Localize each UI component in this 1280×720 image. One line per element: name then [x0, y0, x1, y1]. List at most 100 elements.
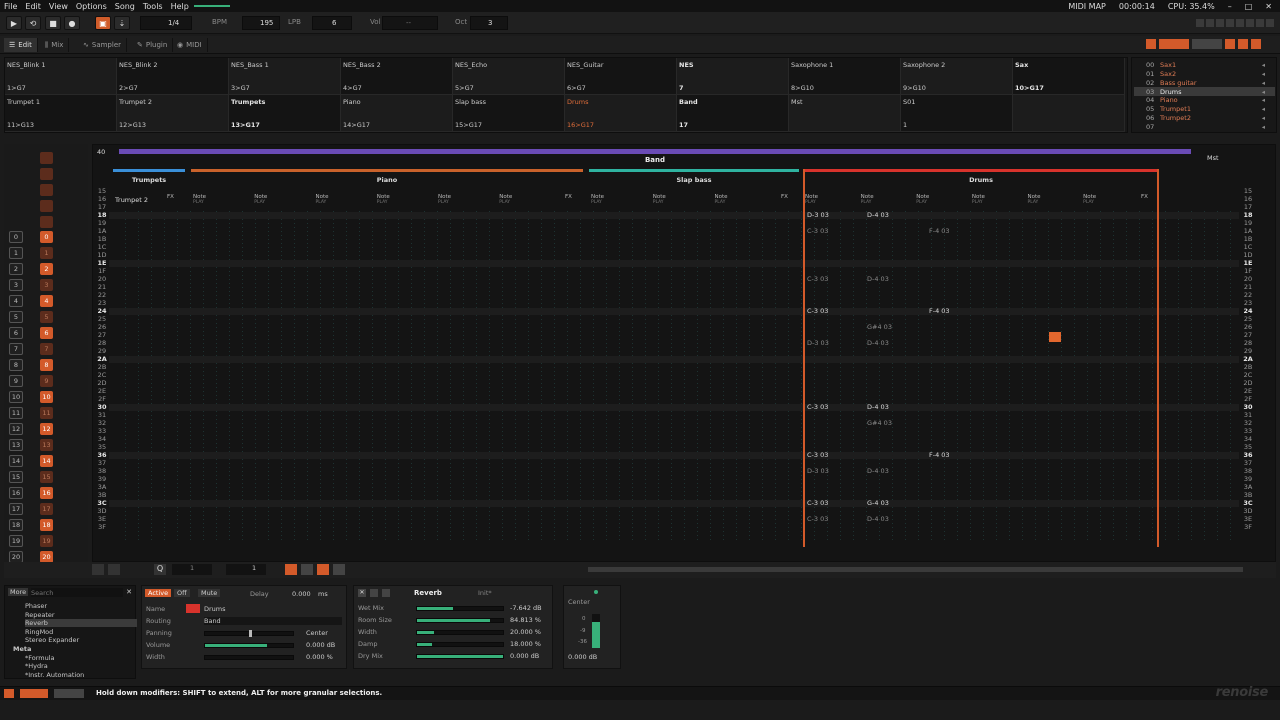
fx-column-header[interactable]: FX [1141, 194, 1148, 200]
note-column-header[interactable]: Note PLAY [254, 194, 267, 205]
stop-button[interactable]: ■ [45, 16, 61, 30]
menu-tools[interactable]: Tools [139, 2, 167, 11]
reverb-param-value[interactable]: -7.642 dB [510, 604, 542, 612]
minimize-icon[interactable]: – [1224, 2, 1236, 11]
reverb-param-value[interactable]: 20.000 % [510, 628, 541, 636]
frame-icon[interactable] [1238, 39, 1248, 49]
sequence-pattern-button[interactable]: 5 [40, 311, 53, 323]
sequence-pattern-button[interactable]: 11 [40, 407, 53, 419]
sequence-number[interactable]: 17 [9, 503, 23, 515]
note-column-header[interactable]: Note PLAY [1083, 194, 1096, 205]
sequence-slot[interactable]: NES_Guitar 6>G7 [565, 58, 677, 95]
tab-midi[interactable]: ◉ MIDI [172, 38, 208, 52]
sequence-slot[interactable]: NES_Bass 2 4>G7 [341, 58, 453, 95]
sequence-slot[interactable] [1013, 95, 1125, 132]
note-column-header[interactable]: Note PLAY [377, 194, 390, 205]
note-cell[interactable]: D-4 03 [867, 339, 889, 347]
sequence-slot[interactable]: NES 7 [677, 58, 789, 95]
instrument-item[interactable]: 04 Piano ◂ [1134, 96, 1275, 105]
tab-mix[interactable]: ⫼ Mix [40, 38, 70, 52]
note-column-header[interactable]: Note PLAY [653, 194, 666, 205]
minimize-icon[interactable] [370, 589, 378, 597]
note-cell[interactable]: G#4 03 [867, 323, 892, 331]
note-cell[interactable]: G#4 03 [867, 419, 892, 427]
layout-icon[interactable] [1246, 19, 1254, 27]
browser-item[interactable]: Stereo Expander [25, 636, 79, 644]
sequence-slot[interactable]: NES_Blink 1 1>G7 [5, 58, 117, 95]
group-name[interactable]: Band [119, 156, 1191, 164]
sequence-number[interactable]: 8 [9, 359, 23, 371]
volume-fader[interactable] [592, 614, 600, 648]
sequence-pattern-button[interactable]: 2 [40, 263, 53, 275]
note-cell[interactable]: C-3 03 [807, 275, 828, 283]
menu-file[interactable]: File [0, 2, 21, 11]
note-cell[interactable]: D-4 03 [867, 275, 889, 283]
sequence-number[interactable]: 1 [9, 247, 23, 259]
sequence-slot[interactable]: Trumpet 1 11>G13 [5, 95, 117, 132]
sequence-slot-marker[interactable] [40, 168, 53, 180]
sequence-pattern-button[interactable]: 10 [40, 391, 53, 403]
browser-item[interactable]: *Hydra [25, 662, 48, 670]
browser-item[interactable]: *Formula [25, 654, 55, 662]
pattern-nav-icon[interactable] [108, 564, 120, 575]
menu-help[interactable]: Help [167, 2, 193, 11]
track-name[interactable]: Drums [803, 176, 1159, 184]
note-column-header[interactable]: Note PLAY [438, 194, 451, 205]
tab-plugin[interactable]: ✎ Plugin [132, 38, 174, 52]
instrument-item[interactable]: 03 Drums ◂ [1134, 87, 1275, 96]
sequence-pattern-button[interactable]: 16 [40, 487, 53, 499]
menu-song[interactable]: Song [111, 2, 139, 11]
sequence-number[interactable]: 7 [9, 343, 23, 355]
edit-mode-icon[interactable]: ▣ [95, 16, 111, 30]
layout-icon[interactable] [1196, 19, 1204, 27]
sequence-slot[interactable]: Mst [789, 95, 901, 132]
track-name[interactable]: Piano [191, 176, 583, 184]
sequence-slot[interactable]: Saxophone 1 8>G10 [789, 58, 901, 95]
reverb-param-slider[interactable] [416, 606, 504, 611]
note-cell[interactable]: C-3 03 [807, 451, 828, 459]
menu-edit[interactable]: Edit [21, 2, 45, 11]
midi-map-label[interactable]: MIDI MAP [1064, 2, 1110, 11]
frame-icon[interactable] [1251, 39, 1261, 49]
sequence-pattern-button[interactable]: 4 [40, 295, 53, 307]
note-column-header[interactable]: Note PLAY [916, 194, 929, 205]
sequence-slot[interactable]: Piano 14>G17 [341, 95, 453, 132]
log-icon[interactable] [4, 689, 14, 698]
frame-icon[interactable] [1225, 39, 1235, 49]
follow-icon[interactable]: ⇣ [114, 16, 130, 30]
step-field[interactable]: 1 [226, 564, 266, 575]
oct-field[interactable]: 3 [470, 16, 508, 30]
sequence-number[interactable]: 6 [9, 327, 23, 339]
close-icon[interactable]: ✕ [358, 589, 366, 597]
menu-options[interactable]: Options [72, 2, 111, 11]
cursor-cell[interactable] [1049, 332, 1061, 342]
note-cell[interactable]: F-4 03 [929, 451, 950, 459]
instrument-item[interactable]: 01 Sax2 ◂ [1134, 70, 1275, 79]
sequence-slot[interactable]: NES_Bass 1 3>G7 [229, 58, 341, 95]
browser-item[interactable]: Phaser [25, 602, 47, 610]
sequence-slot[interactable]: Trumpet 2 12>G13 [117, 95, 229, 132]
sequence-pattern-button[interactable]: 7 [40, 343, 53, 355]
instrument-item[interactable]: 06 Trumpet2 ◂ [1134, 114, 1275, 123]
sequence-slot-marker[interactable] [40, 216, 53, 228]
horizontal-scrollbar[interactable] [588, 567, 1243, 572]
browser-item[interactable]: RingMod [25, 628, 53, 636]
sequence-number[interactable]: 15 [9, 471, 23, 483]
sequence-pattern-button[interactable]: 6 [40, 327, 53, 339]
note-column-header[interactable]: Note PLAY [591, 194, 604, 205]
note-cell[interactable]: F-4 03 [929, 307, 950, 315]
track-color-swatch[interactable] [186, 604, 200, 613]
sequence-pattern-button[interactable]: 8 [40, 359, 53, 371]
reverb-param-slider[interactable] [416, 642, 504, 647]
browser-item[interactable]: Repeater [25, 611, 55, 619]
tab-sampler[interactable]: ∿ Sampler [78, 38, 127, 52]
reverb-param-slider[interactable] [416, 618, 504, 623]
layout-icon[interactable] [1236, 19, 1244, 27]
edit-step-field[interactable]: 1/4 [140, 16, 192, 30]
sequence-number[interactable]: 13 [9, 439, 23, 451]
record-button[interactable]: ● [64, 16, 80, 30]
scope-icon[interactable] [54, 689, 84, 698]
off-button[interactable]: Off [174, 589, 190, 597]
note-cell[interactable]: D-4 03 [867, 403, 889, 411]
close-icon[interactable]: ✕ [126, 588, 132, 596]
